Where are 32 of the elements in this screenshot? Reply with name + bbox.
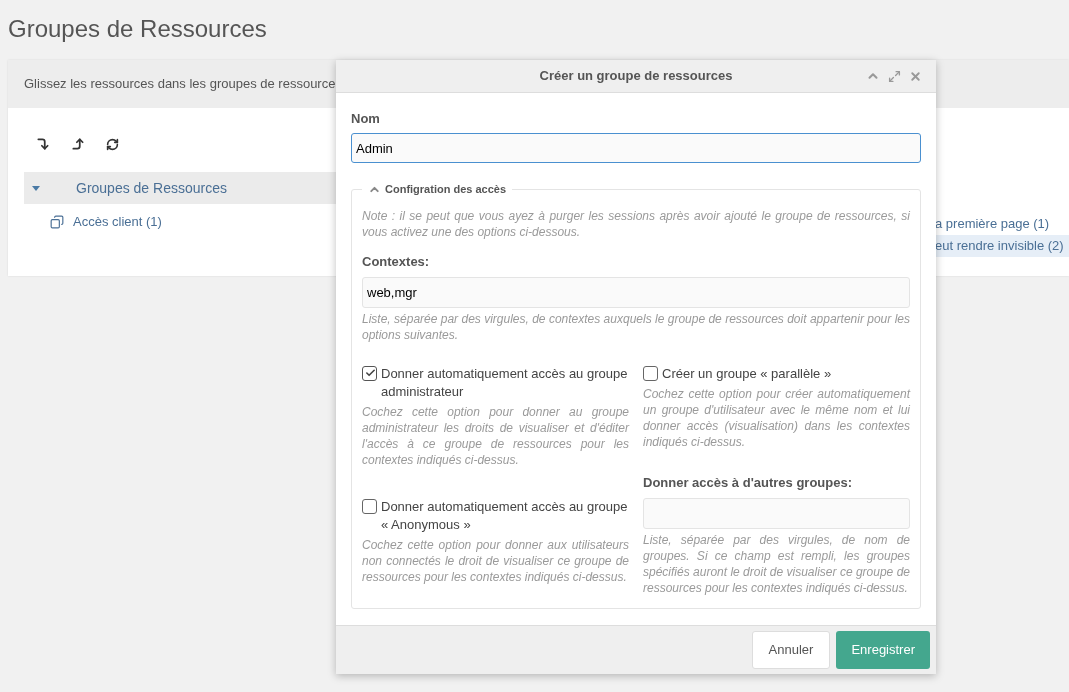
caret-icon[interactable] (32, 185, 40, 191)
note-text: Note : il se peut que vous ayez à purger les sessions après avoir ajouté le groupe de ressources, si vous activez une des options ci-dessous. (362, 208, 910, 240)
arrow-up-icon[interactable] (71, 137, 85, 151)
option-label: Créer un groupe « parallèle » (662, 365, 832, 383)
contexts-field[interactable]: web,mgr (362, 277, 910, 308)
refresh-icon[interactable] (106, 137, 119, 151)
tree-label: Groupes de Ressources (76, 178, 227, 198)
documents-icon (50, 215, 64, 229)
dialog-title: Créer un groupe de ressources (539, 67, 733, 86)
checkbox-option[interactable]: Créer un groupe « parallèle » (643, 365, 910, 383)
help-text: Liste, séparée par des virgules, de contextes auxquels le groupe de ressources doit appartenir pour les options suivantes. (362, 311, 910, 343)
cancel-button[interactable]: Annuler (751, 631, 831, 669)
checkbox[interactable] (643, 366, 658, 381)
checkbox[interactable] (362, 366, 377, 381)
help-text: Cochez cette option pour donner aux utilisateurs non connectés le droit de visualiser ce groupe de ressources pour les contextes indiqués ci-dessus. (362, 537, 629, 585)
groups-field[interactable] (643, 498, 910, 529)
field-label: Contextes: (362, 253, 431, 271)
list-item[interactable]: eut rendre invisible (2) (935, 235, 1069, 257)
arrow-down-icon[interactable] (36, 137, 50, 151)
tree-header-row[interactable]: Groupes de Ressources (24, 172, 338, 204)
checkbox[interactable] (362, 499, 377, 514)
help-text: Liste, séparée par des virgules, de nom de groupes. Si ce champ est rempli, les groupes spécifiés auront le droit de visualiser ce groupe de ressources pour les contextes indiqués ci-dessus. (643, 532, 910, 596)
page-title: Groupes de Ressources (7, 14, 268, 44)
field-label: Donner accès à d'autres groupes: (643, 474, 853, 492)
list-item[interactable]: a première page (1) (935, 213, 1069, 235)
name-field[interactable]: Admin (351, 133, 921, 163)
panel-description: Glissez les ressources dans les groupes de ressource (24, 75, 336, 94)
field-label: Nom (351, 111, 381, 127)
legend-label: Configration des accès (385, 182, 507, 197)
help-text: Cochez cette option pour créer automatiquement un groupe d'utilisateur avec le même nom et lui donner accès (visualisation) dans les contextes indiqués ci-dessus. (643, 386, 910, 450)
help-text: Cochez cette option pour donner au groupe administrateur les droits de visualiser et d'éditer l'accès à ce groupe de ressources pour les contextes indiqués ci-dessus. (362, 404, 629, 468)
tree-item[interactable]: Accès client (1) (73, 212, 162, 232)
